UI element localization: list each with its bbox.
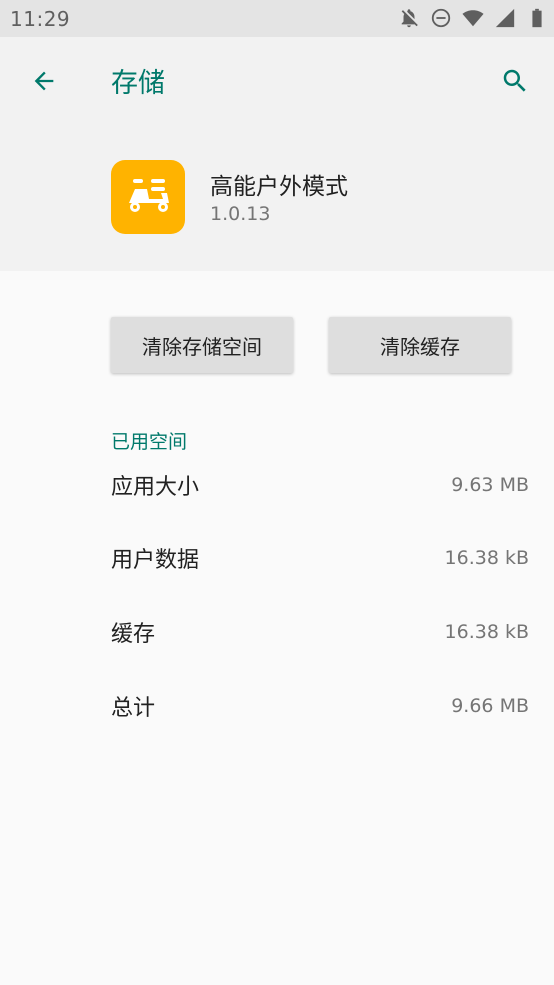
scooter-icon	[123, 175, 173, 219]
row-label: 缓存	[111, 622, 156, 647]
page-title: 存储	[111, 68, 165, 99]
storage-row-user-data: 用户数据 16.38 kB	[111, 538, 529, 578]
app-version: 1.0.13	[210, 203, 271, 225]
storage-row-cache: 缓存 16.38 kB	[111, 612, 529, 652]
status-icons	[398, 7, 548, 29]
app-header: 存储 高能户外模式 1.0.13	[0, 37, 554, 271]
row-value: 9.66 MB	[451, 695, 529, 717]
row-label: 总计	[111, 696, 156, 721]
row-value: 9.63 MB	[451, 474, 529, 496]
storage-row-total: 总计 9.66 MB	[111, 686, 529, 726]
storage-row-app-size: 应用大小 9.63 MB	[111, 465, 529, 505]
row-label: 用户数据	[111, 548, 200, 573]
status-bar: 11:29	[0, 0, 554, 37]
row-label: 应用大小	[111, 475, 200, 500]
clear-storage-button[interactable]: 清除存储空间	[111, 317, 293, 373]
status-time: 11:29	[10, 7, 71, 31]
notifications-off-icon	[398, 7, 420, 29]
wifi-icon	[462, 7, 484, 29]
battery-icon	[526, 7, 548, 29]
do-not-disturb-icon	[430, 7, 452, 29]
search-icon[interactable]	[496, 62, 534, 100]
app-icon	[111, 160, 185, 234]
app-name: 高能户外模式	[210, 174, 348, 200]
row-value: 16.38 kB	[444, 621, 529, 643]
arrow-back-icon[interactable]	[26, 63, 62, 99]
clear-cache-button[interactable]: 清除缓存	[329, 317, 511, 373]
row-value: 16.38 kB	[444, 547, 529, 569]
section-title-used-space: 已用空间	[111, 431, 188, 453]
signal-icon	[494, 7, 516, 29]
